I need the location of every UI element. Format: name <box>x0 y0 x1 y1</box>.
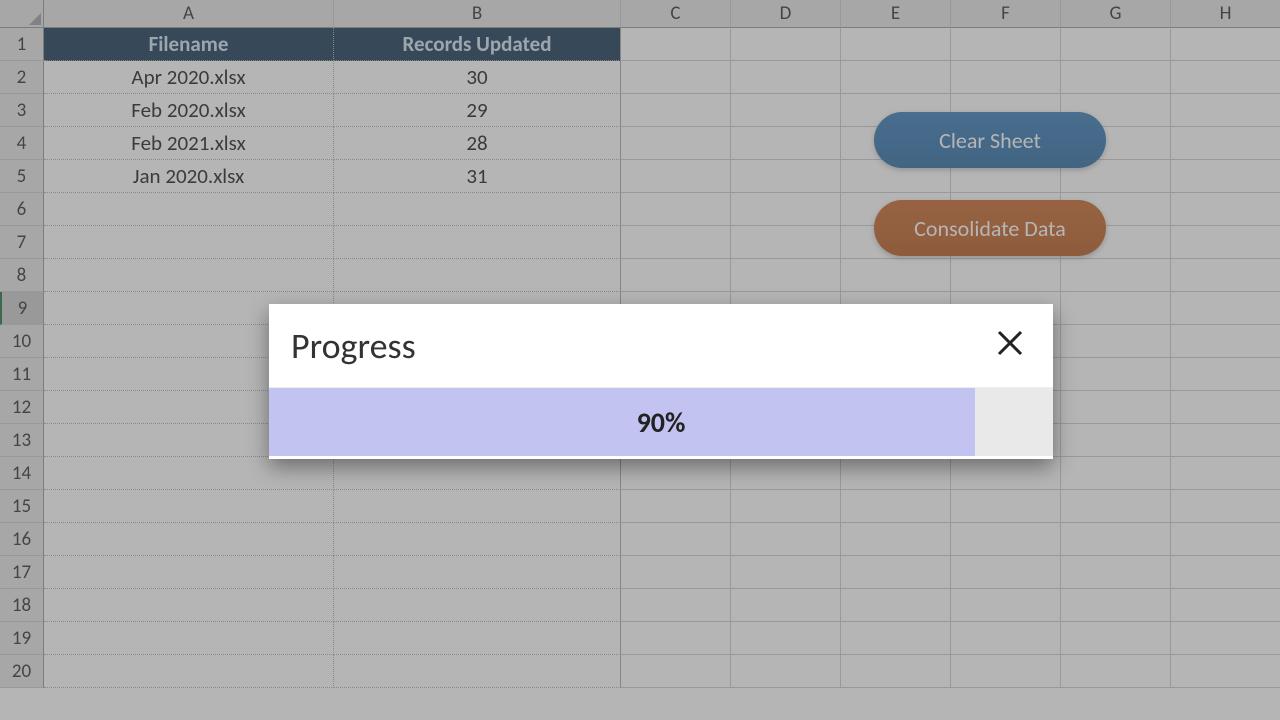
close-icon[interactable] <box>995 327 1025 365</box>
dialog-title: Progress <box>291 324 416 368</box>
progress-percent: 90% <box>637 405 686 440</box>
progress-dialog: Progress 90% <box>269 304 1053 459</box>
dialog-titlebar[interactable]: Progress <box>269 304 1053 388</box>
progress-bar: 90% <box>269 388 1053 456</box>
progress-fill <box>269 388 975 456</box>
